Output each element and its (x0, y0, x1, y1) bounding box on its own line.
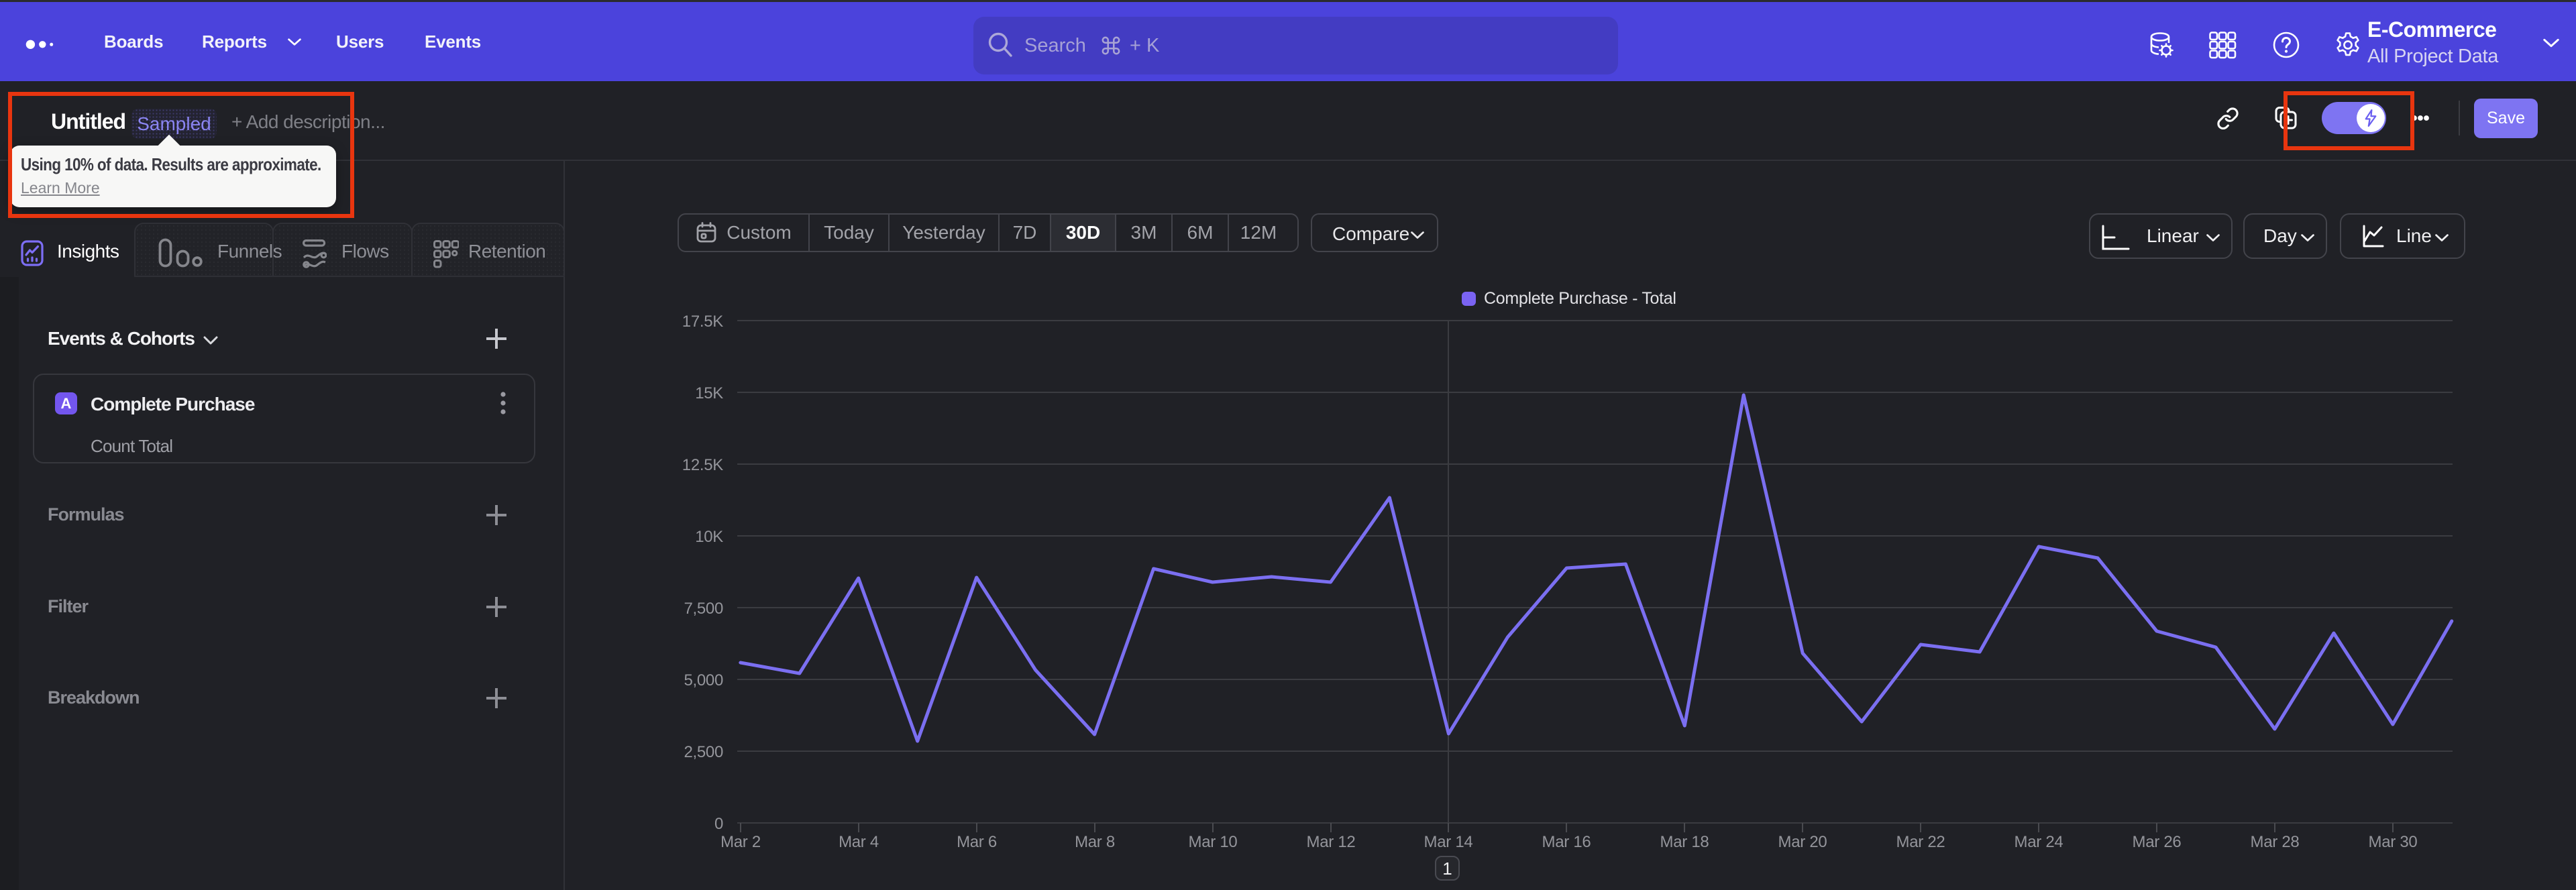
svg-text:0: 0 (714, 815, 723, 833)
svg-text:5,000: 5,000 (684, 671, 723, 689)
svg-text:7,500: 7,500 (684, 600, 723, 618)
svg-text:Mar 20: Mar 20 (1778, 833, 1827, 851)
svg-text:Mar 2: Mar 2 (720, 833, 761, 851)
svg-text:Mar 4: Mar 4 (839, 833, 879, 851)
svg-text:Mar 6: Mar 6 (957, 833, 997, 851)
svg-text:Mar 24: Mar 24 (2015, 833, 2063, 851)
svg-text:Mar 22: Mar 22 (1896, 833, 1945, 851)
svg-text:Mar 12: Mar 12 (1307, 833, 1356, 851)
svg-text:Mar 18: Mar 18 (1660, 833, 1709, 851)
svg-text:Mar 10: Mar 10 (1189, 833, 1238, 851)
svg-text:Mar 14: Mar 14 (1424, 833, 1473, 851)
svg-text:Mar 28: Mar 28 (2251, 833, 2300, 851)
svg-text:10K: 10K (695, 528, 723, 546)
svg-text:12.5K: 12.5K (682, 456, 724, 474)
svg-text:2,500: 2,500 (684, 743, 723, 761)
svg-text:17.5K: 17.5K (682, 313, 724, 331)
svg-text:Mar 30: Mar 30 (2369, 833, 2418, 851)
svg-text:Mar 16: Mar 16 (1542, 833, 1591, 851)
svg-text:15K: 15K (695, 384, 723, 402)
svg-text:Mar 8: Mar 8 (1075, 833, 1115, 851)
svg-text:Mar 26: Mar 26 (2133, 833, 2182, 851)
